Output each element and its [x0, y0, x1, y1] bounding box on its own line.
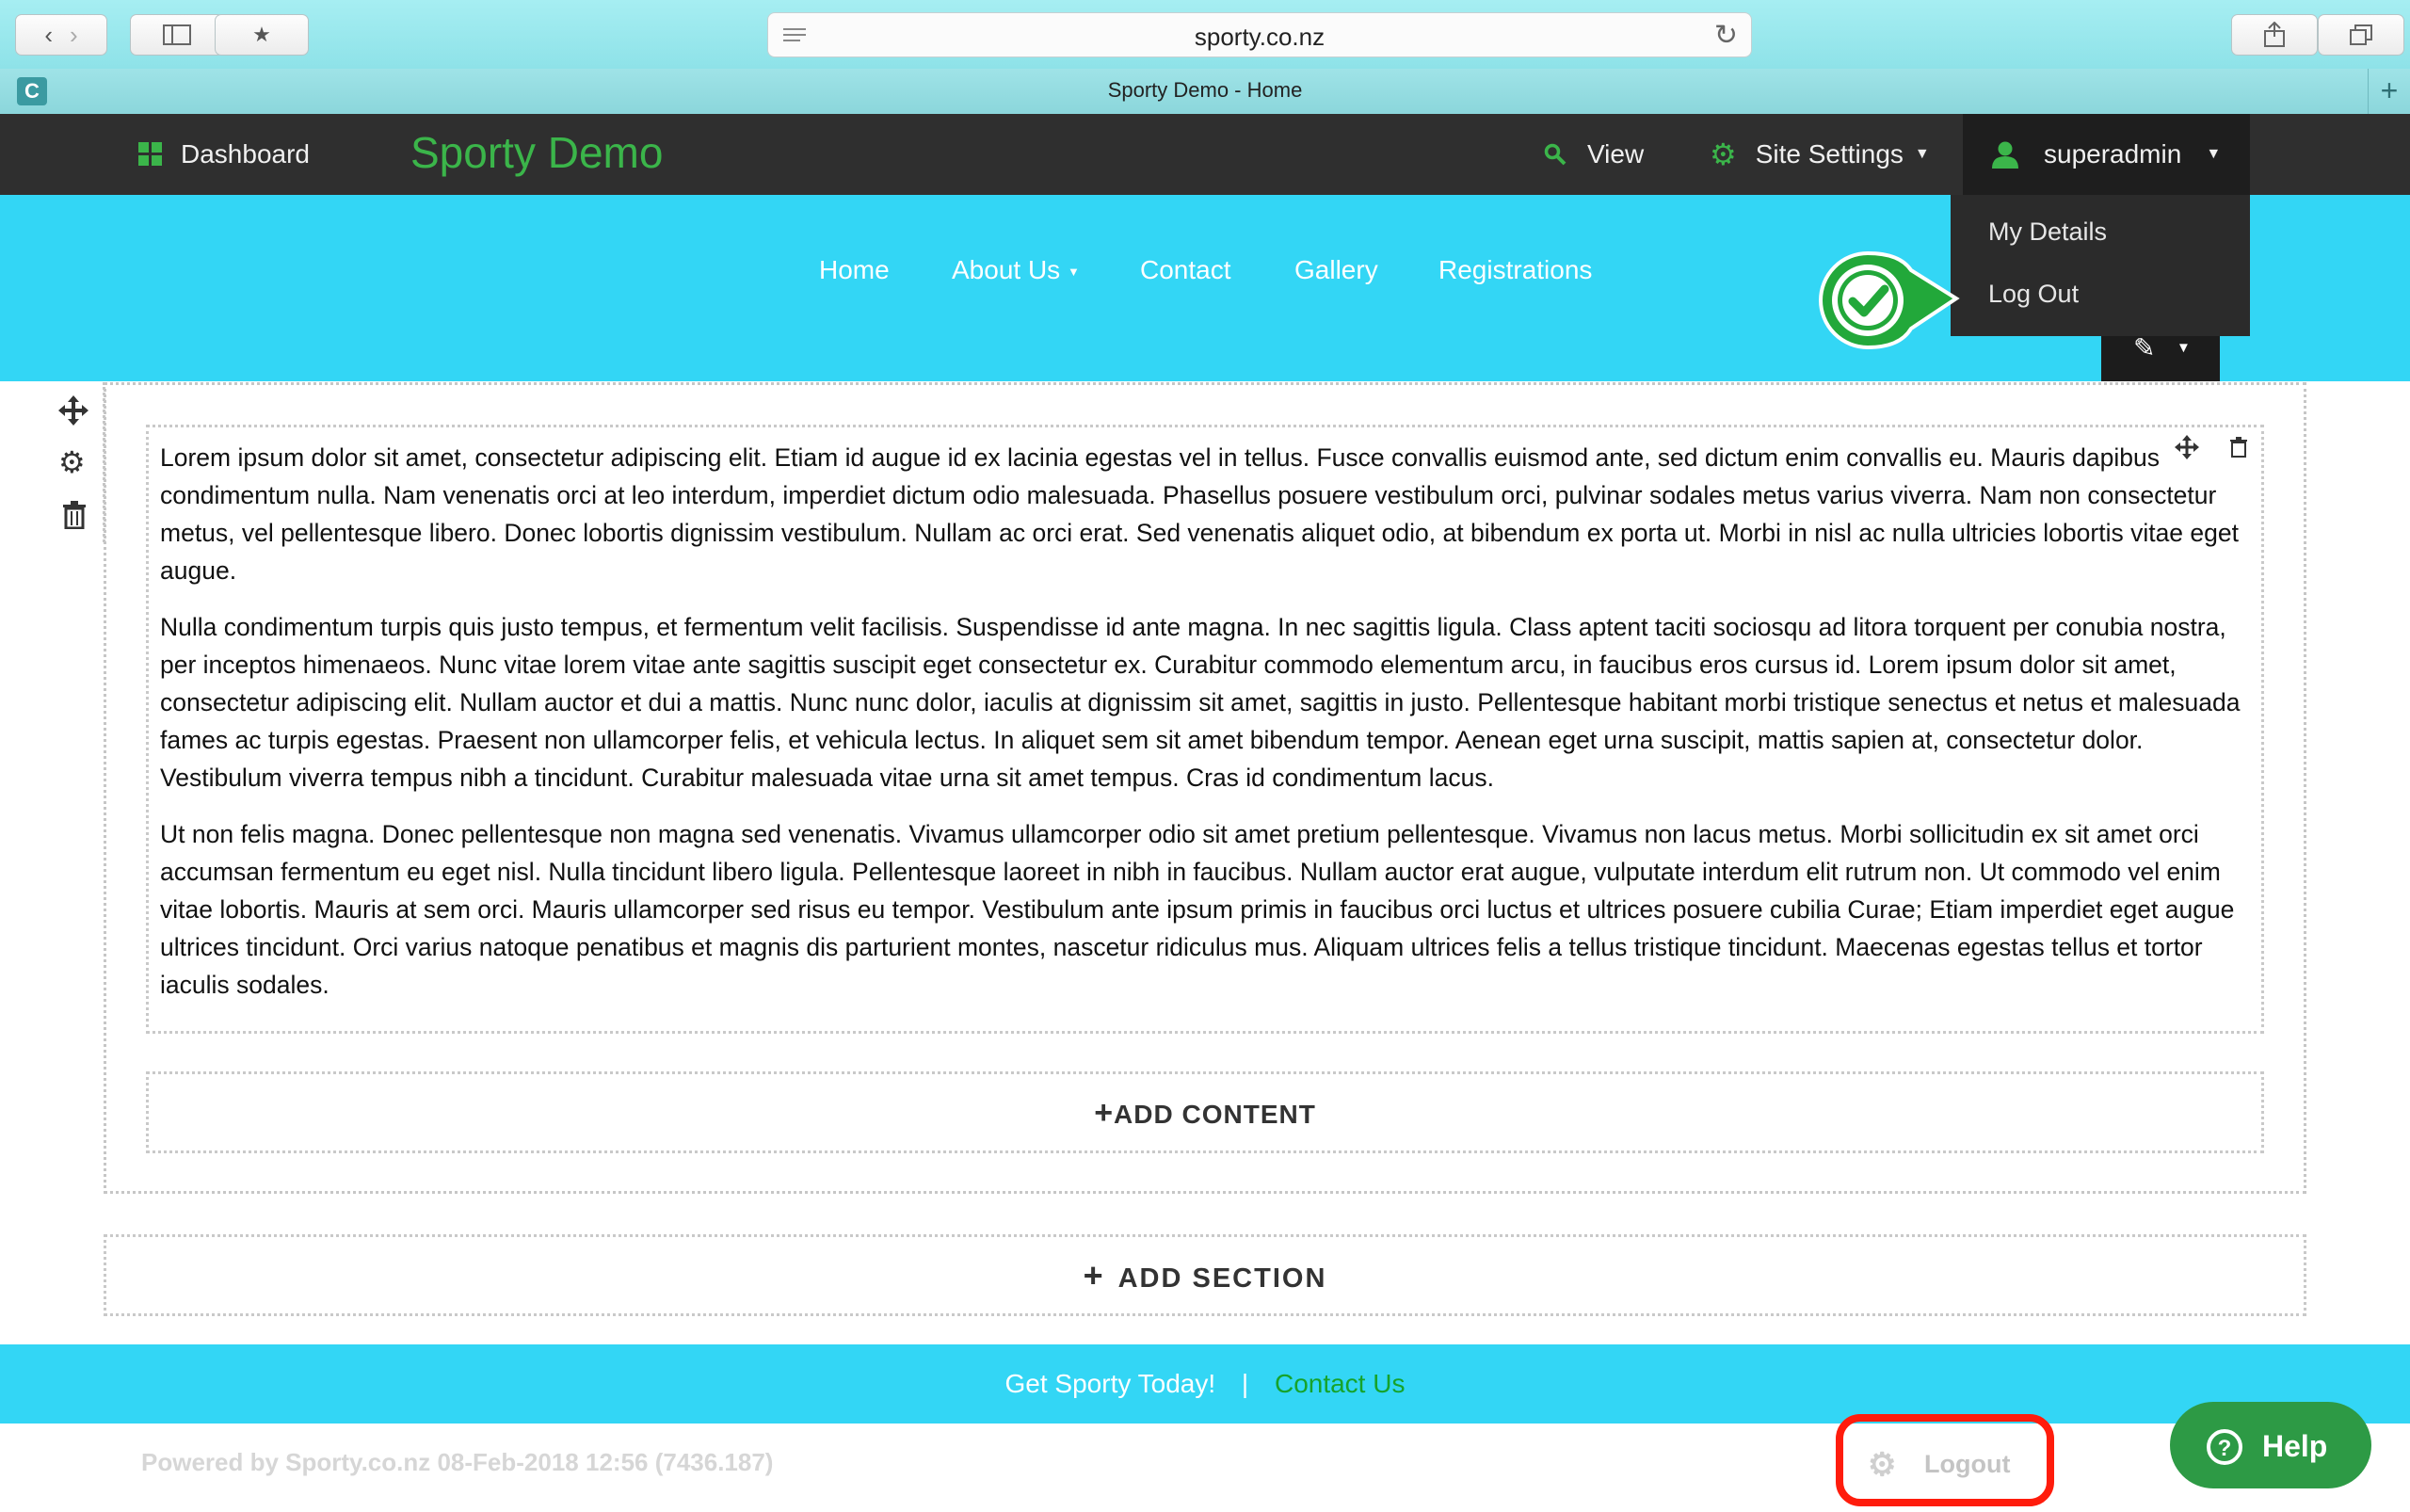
user-dropdown-menu: My Details Log Out	[1951, 195, 2250, 336]
my-details-item[interactable]: My Details	[1988, 217, 2107, 247]
browser-toolbar: ‹ › ★ sporty.co.nz ↻	[0, 0, 2410, 70]
pencil-icon: ✎	[2133, 333, 2156, 362]
move-icon[interactable]	[58, 395, 88, 426]
highlight-annotation	[1836, 1414, 2054, 1506]
paragraph-2: Nulla condimentum turpis quis justo temp…	[160, 613, 2241, 792]
nav-home[interactable]: Home	[819, 255, 890, 285]
sidebar-toggle-button[interactable]	[130, 14, 224, 56]
site-settings-menu[interactable]: ⚙ Site Settings ▼	[1710, 114, 1930, 195]
trash-icon[interactable]	[2229, 437, 2248, 458]
log-out-item[interactable]: Log Out	[1988, 280, 2079, 309]
admin-bar: Dashboard Sporty Demo View ⚙ Site Settin…	[0, 114, 2410, 195]
powered-by-text: Powered by Sporty.co.nz 08-Feb-2018 12:5…	[141, 1448, 774, 1476]
nav-contact[interactable]: Contact	[1140, 255, 1231, 285]
row-tools: ⚙	[41, 382, 105, 542]
tab-title[interactable]: Sporty Demo - Home	[0, 78, 2410, 103]
plus-icon: +	[1094, 1095, 1115, 1131]
site-footer: Get Sporty Today! | Contact Us	[0, 1344, 2410, 1424]
add-section-label: ADD SECTION	[1117, 1263, 1327, 1294]
forward-icon[interactable]: ›	[70, 21, 78, 50]
url-text: sporty.co.nz	[1194, 23, 1326, 51]
search-icon	[1544, 143, 1566, 166]
user-menu[interactable]: superadmin ▼	[1963, 114, 2250, 195]
help-button[interactable]: ? Help	[2170, 1402, 2371, 1488]
sidebar-icon	[163, 24, 191, 45]
user-label: superadmin	[2044, 139, 2182, 169]
footer-tagline[interactable]: Get Sporty Today!	[1005, 1369, 1216, 1398]
reload-icon[interactable]: ↻	[1714, 19, 1738, 52]
share-icon	[2264, 22, 2285, 47]
dashboard-grid-icon	[138, 142, 162, 166]
back-forward-group: ‹ ›	[15, 14, 107, 56]
nav-about-us-label: About Us	[952, 255, 1061, 284]
dashboard-label: Dashboard	[181, 139, 310, 169]
caret-down-icon: ▼	[2206, 146, 2222, 162]
gear-icon: ⚙	[1710, 137, 1737, 171]
tab-bar: C Sporty Demo - Home +	[0, 69, 2410, 115]
dashboard-link[interactable]: Dashboard	[137, 114, 310, 195]
text-content-block[interactable]: Lorem ipsum dolor sit amet, consectetur …	[146, 425, 2264, 1034]
caret-down-icon: ▼	[2177, 340, 2191, 356]
tabs-icon	[2350, 24, 2372, 45]
gear-icon[interactable]: ⚙	[58, 444, 86, 480]
help-label: Help	[2262, 1429, 2328, 1463]
bookmarks-button[interactable]: ★	[215, 14, 309, 56]
paragraph-1: Lorem ipsum dolor sit amet, consectetur …	[160, 443, 2239, 585]
user-icon	[1992, 141, 2018, 169]
svg-text:?: ?	[2218, 1436, 2232, 1461]
caret-down-icon: ▼	[1067, 265, 1080, 280]
add-section-button[interactable]: + ADD SECTION	[104, 1234, 2306, 1316]
nav-gallery[interactable]: Gallery	[1294, 255, 1378, 285]
share-button[interactable]	[2231, 14, 2318, 56]
tabs-button[interactable]	[2318, 14, 2404, 56]
paragraph-3: Ut non felis magna. Donec pellentesque n…	[160, 820, 2235, 999]
caret-down-icon: ▼	[1914, 146, 1930, 162]
footer-separator: |	[1241, 1369, 1249, 1398]
question-icon: ?	[2207, 1429, 2242, 1465]
brand-title[interactable]: Sporty Demo	[410, 127, 663, 178]
bookmark-icon: ★	[252, 23, 271, 46]
view-link[interactable]: View	[1544, 114, 1644, 195]
footer-contact-link[interactable]: Contact Us	[1275, 1369, 1406, 1398]
nav-registrations[interactable]: Registrations	[1438, 255, 1592, 285]
move-icon[interactable]	[2175, 435, 2199, 459]
plus-icon: +	[1083, 1256, 1105, 1295]
address-bar[interactable]: sporty.co.nz ↻	[767, 12, 1752, 57]
site-settings-label: Site Settings	[1755, 139, 1904, 169]
back-icon[interactable]: ‹	[44, 21, 53, 50]
trash-icon[interactable]	[62, 501, 87, 529]
nav-about-us[interactable]: About Us ▼	[952, 255, 1080, 285]
add-content-button[interactable]: +ADD CONTENT	[146, 1071, 2264, 1153]
add-content-label: ADD CONTENT	[1114, 1100, 1316, 1129]
new-tab-button[interactable]: +	[2368, 69, 2410, 114]
view-label: View	[1587, 139, 1645, 169]
checkmark-icon	[1819, 250, 1960, 350]
